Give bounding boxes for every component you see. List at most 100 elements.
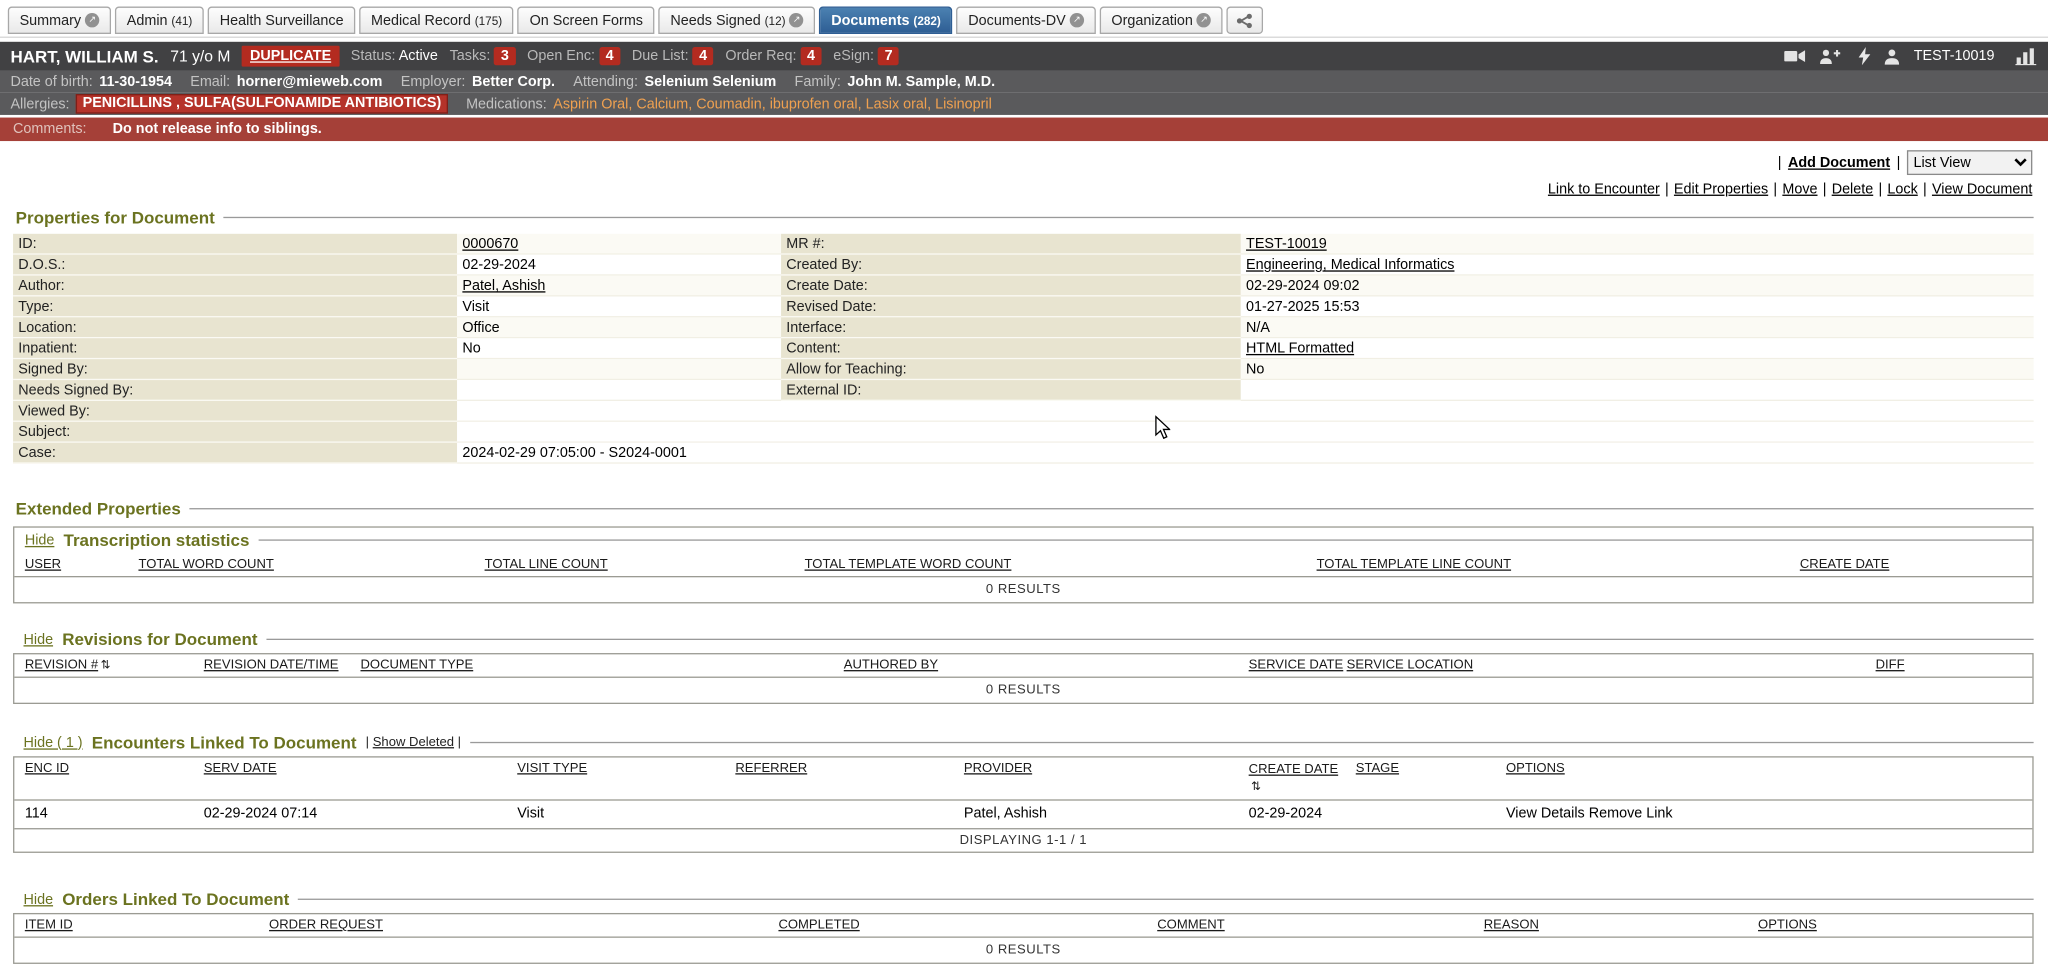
- column-header-link[interactable]: ITEM ID: [25, 918, 73, 932]
- tab-summary[interactable]: Summary↗: [8, 7, 111, 34]
- popout-icon[interactable]: ↗: [789, 13, 803, 27]
- column-header-link[interactable]: COMPLETED: [778, 918, 859, 932]
- medication-link-calcium[interactable]: Calcium: [636, 96, 688, 112]
- comments-label: Comments:: [13, 121, 86, 137]
- column-header-link[interactable]: USER: [25, 558, 61, 572]
- esign-badge[interactable]: 7: [878, 47, 899, 65]
- medication-link-lasix-oral[interactable]: Lasix oral: [866, 96, 927, 112]
- sort-icon[interactable]: ⇅: [101, 658, 111, 672]
- medication-link-aspirin-oral[interactable]: Aspirin Oral: [553, 96, 628, 112]
- column-header-link[interactable]: AUTHORED BY: [844, 658, 938, 672]
- column-header-link[interactable]: PROVIDER: [964, 761, 1032, 775]
- prop-value-link[interactable]: Engineering, Medical Informatics: [1246, 257, 1454, 273]
- column-header-revision: REVISION #⇅: [14, 654, 193, 676]
- action-edit-properties[interactable]: Edit Properties: [1674, 182, 1768, 198]
- option-link-view-details[interactable]: View Details: [1506, 806, 1585, 822]
- lightning-icon[interactable]: [1859, 47, 1871, 65]
- esign-group: eSign: 7: [833, 48, 899, 64]
- show-deleted-link[interactable]: Show Deleted: [373, 735, 454, 749]
- view-select[interactable]: List View: [1907, 150, 2032, 175]
- add-person-icon[interactable]: [1820, 48, 1841, 65]
- prop-value-link[interactable]: 0000670: [462, 236, 518, 252]
- encounters-hide-link[interactable]: Hide ( 1 ): [24, 735, 83, 751]
- tab-medical-record[interactable]: Medical Record(175): [359, 7, 514, 34]
- action-lock[interactable]: Lock: [1887, 182, 1917, 198]
- column-header-link[interactable]: OPTIONS: [1758, 918, 1817, 932]
- action-move[interactable]: Move: [1782, 182, 1817, 198]
- popout-icon[interactable]: ↗: [1070, 13, 1084, 27]
- person-icon[interactable]: [1884, 48, 1901, 65]
- column-header-link[interactable]: TOTAL TEMPLATE WORD COUNT: [805, 558, 1012, 572]
- column-header-link[interactable]: ENC ID: [25, 761, 69, 775]
- medication-link-coumadin[interactable]: Coumadin: [696, 96, 761, 112]
- order-req-badge[interactable]: 4: [800, 47, 821, 65]
- transcription-hide-link[interactable]: Hide: [25, 532, 55, 548]
- orders-box: ITEM ID ORDER REQUEST COMPLETED COMMENT REAS…: [13, 913, 2034, 964]
- prop-value-link[interactable]: HTML Formatted: [1246, 341, 1354, 357]
- column-header-link[interactable]: REVISION DATE/TIME: [204, 658, 339, 672]
- revisions-hide-link[interactable]: Hide: [24, 632, 54, 648]
- separator: |: [1778, 155, 1782, 171]
- orders-hide-link[interactable]: Hide: [24, 891, 54, 907]
- column-header-link[interactable]: STAGE: [1356, 761, 1399, 775]
- dob-group: Date of birth: 11-30-1954: [10, 74, 172, 90]
- column-header-link[interactable]: TOTAL TEMPLATE LINE COUNT: [1317, 558, 1512, 572]
- revisions-section: Hide Revisions for Document REVISION #⇅R…: [13, 627, 2034, 704]
- tab-on-screen-forms[interactable]: On Screen Forms: [518, 7, 655, 34]
- tasks-group: Tasks: 3: [450, 48, 516, 64]
- status-group: Status: Active: [351, 48, 438, 64]
- column-header-link[interactable]: CREATE DATE: [1249, 763, 1339, 777]
- column-header-link[interactable]: DOCUMENT TYPE: [360, 658, 473, 672]
- medication-link-ibuprofen-oral[interactable]: ibuprofen oral: [770, 96, 858, 112]
- prop-label-allow-for-teaching: Allow for Teaching:: [781, 359, 1241, 380]
- action-view-document[interactable]: View Document: [1932, 182, 2032, 198]
- share-button[interactable]: [1227, 7, 1264, 34]
- column-header-service-location: SERVICE LOCATION: [1336, 654, 1865, 676]
- tab-health-surveillance[interactable]: Health Surveillance: [208, 7, 355, 34]
- column-header-link[interactable]: CREATE DATE: [1800, 558, 1890, 572]
- column-header-order-request: ORDER REQUEST: [259, 914, 768, 936]
- email-value[interactable]: horner@mieweb.com: [237, 74, 383, 90]
- open-enc-badge[interactable]: 4: [599, 47, 620, 65]
- tab-documents[interactable]: Documents(282): [819, 7, 952, 34]
- popout-icon[interactable]: ↗: [85, 13, 99, 27]
- popout-icon[interactable]: ↗: [1197, 13, 1211, 27]
- option-link-remove-link[interactable]: Remove Link: [1589, 806, 1673, 822]
- tab-needs-signed[interactable]: Needs Signed(12)↗: [659, 7, 816, 34]
- allergies-label: Allergies:: [10, 96, 69, 112]
- medication-link-lisinopril[interactable]: Lisinopril: [935, 96, 992, 112]
- column-header-link[interactable]: TOTAL LINE COUNT: [485, 558, 608, 572]
- tab-organization[interactable]: Organization↗: [1100, 7, 1223, 34]
- orders-empty: 0 RESULTS: [14, 938, 2032, 963]
- column-header-link[interactable]: SERVICE LOCATION: [1347, 658, 1474, 672]
- column-header-link[interactable]: COMMENT: [1157, 918, 1224, 932]
- sort-icon[interactable]: ⇅: [1251, 780, 1261, 795]
- video-camera-icon[interactable]: [1784, 48, 1806, 64]
- prop-value-link[interactable]: TEST-10019: [1246, 236, 1327, 252]
- column-header-total-template-line-count: TOTAL TEMPLATE LINE COUNT: [1306, 554, 1789, 576]
- column-header-link[interactable]: SERV DATE: [204, 761, 277, 775]
- column-header-link[interactable]: OPTIONS: [1506, 761, 1565, 775]
- tab-admin[interactable]: Admin(41): [115, 7, 204, 34]
- prop-value: No: [457, 338, 781, 359]
- chart-icon[interactable]: [2015, 47, 2037, 65]
- duplicate-badge[interactable]: DUPLICATE: [242, 46, 339, 67]
- column-header-link[interactable]: REVISION #: [25, 658, 98, 672]
- column-header-link[interactable]: TOTAL WORD COUNT: [138, 558, 273, 572]
- column-header-link[interactable]: REASON: [1484, 918, 1539, 932]
- column-header-link[interactable]: DIFF: [1876, 658, 1905, 672]
- column-header-link[interactable]: VISIT TYPE: [517, 761, 587, 775]
- allergy-badge[interactable]: PENICILLINS , SULFA(SULFONAMIDE ANTIBIOT…: [76, 94, 448, 114]
- due-list-badge[interactable]: 4: [693, 47, 714, 65]
- action-link-to-encounter[interactable]: Link to Encounter: [1548, 182, 1660, 198]
- column-header-link[interactable]: REFERRER: [735, 761, 807, 775]
- prop-value-link[interactable]: Patel, Ashish: [462, 278, 545, 294]
- prop-value: N/A: [1241, 317, 2034, 338]
- tab-label: Medical Record: [371, 12, 471, 28]
- column-header-link[interactable]: SERVICE DATE: [1249, 658, 1344, 672]
- action-delete[interactable]: Delete: [1832, 182, 1874, 198]
- tasks-badge[interactable]: 3: [494, 47, 515, 65]
- column-header-link[interactable]: ORDER REQUEST: [269, 918, 383, 932]
- tab-documents-dv[interactable]: Documents-DV↗: [957, 7, 1096, 34]
- add-document-link[interactable]: Add Document: [1788, 155, 1890, 171]
